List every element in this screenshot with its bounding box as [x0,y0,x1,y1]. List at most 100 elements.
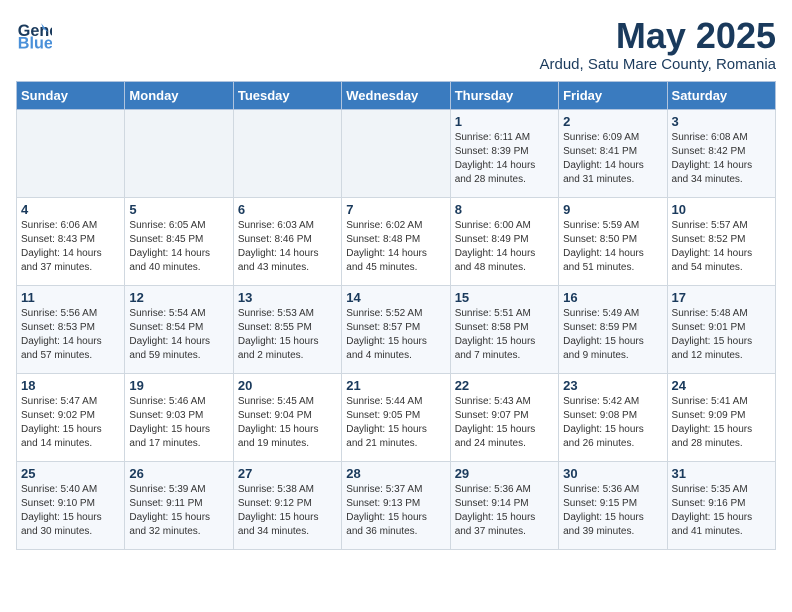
col-monday: Monday [125,81,233,109]
day-info: Sunrise: 5:35 AM Sunset: 9:16 PM Dayligh… [672,483,771,539]
day-number: 13 [238,290,337,305]
logo-icon: General Blue [16,16,52,52]
logo: General Blue [16,16,52,52]
day-info: Sunrise: 5:47 AM Sunset: 9:02 PM Dayligh… [21,395,120,451]
day-number: 9 [563,202,662,217]
calendar-table: Sunday Monday Tuesday Wednesday Thursday… [16,81,776,550]
day-info: Sunrise: 5:56 AM Sunset: 8:53 PM Dayligh… [21,307,120,363]
day-number: 26 [129,466,228,481]
day-number: 28 [346,466,445,481]
calendar-day: 4 Sunrise: 6:06 AM Sunset: 8:43 PM Daylig… [17,197,125,285]
day-info: Sunrise: 5:53 AM Sunset: 8:55 PM Dayligh… [238,307,337,363]
calendar-day: 24 Sunrise: 5:41 AM Sunset: 9:09 PM Dayli… [667,373,775,461]
day-info: Sunrise: 5:46 AM Sunset: 9:03 PM Dayligh… [129,395,228,451]
day-info: Sunrise: 6:02 AM Sunset: 8:48 PM Dayligh… [346,219,445,275]
day-number: 27 [238,466,337,481]
day-number: 11 [21,290,120,305]
calendar-day: 2 Sunrise: 6:09 AM Sunset: 8:41 PM Daylig… [559,109,667,197]
calendar-day: 18 Sunrise: 5:47 AM Sunset: 9:02 PM Dayli… [17,373,125,461]
calendar-week-1: 1 Sunrise: 6:11 AM Sunset: 8:39 PM Daylig… [17,109,776,197]
calendar-day: 25 Sunrise: 5:40 AM Sunset: 9:10 PM Dayli… [17,461,125,549]
day-number: 6 [238,202,337,217]
calendar-day: 13 Sunrise: 5:53 AM Sunset: 8:55 PM Dayli… [233,285,341,373]
day-info: Sunrise: 6:11 AM Sunset: 8:39 PM Dayligh… [455,131,554,187]
day-info: Sunrise: 5:36 AM Sunset: 9:14 PM Dayligh… [455,483,554,539]
calendar-day: 23 Sunrise: 5:42 AM Sunset: 9:08 PM Dayli… [559,373,667,461]
day-info: Sunrise: 6:08 AM Sunset: 8:42 PM Dayligh… [672,131,771,187]
day-number: 5 [129,202,228,217]
page-header: General Blue May 2025 Ardud, Satu Mare C… [16,16,776,73]
day-number: 2 [563,114,662,129]
title-block: May 2025 Ardud, Satu Mare County, Romani… [539,16,776,73]
day-number: 7 [346,202,445,217]
day-info: Sunrise: 6:00 AM Sunset: 8:49 PM Dayligh… [455,219,554,275]
day-number: 24 [672,378,771,393]
day-number: 22 [455,378,554,393]
day-number: 23 [563,378,662,393]
calendar-day [17,109,125,197]
calendar-day: 15 Sunrise: 5:51 AM Sunset: 8:58 PM Dayli… [450,285,558,373]
day-info: Sunrise: 5:48 AM Sunset: 9:01 PM Dayligh… [672,307,771,363]
day-info: Sunrise: 5:42 AM Sunset: 9:08 PM Dayligh… [563,395,662,451]
day-number: 3 [672,114,771,129]
day-info: Sunrise: 5:59 AM Sunset: 8:50 PM Dayligh… [563,219,662,275]
day-info: Sunrise: 5:45 AM Sunset: 9:04 PM Dayligh… [238,395,337,451]
day-info: Sunrise: 5:57 AM Sunset: 8:52 PM Dayligh… [672,219,771,275]
col-wednesday: Wednesday [342,81,450,109]
day-number: 15 [455,290,554,305]
day-number: 30 [563,466,662,481]
day-info: Sunrise: 5:49 AM Sunset: 8:59 PM Dayligh… [563,307,662,363]
calendar-day: 1 Sunrise: 6:11 AM Sunset: 8:39 PM Daylig… [450,109,558,197]
day-number: 19 [129,378,228,393]
calendar-title: May 2025 [539,16,776,56]
calendar-day: 28 Sunrise: 5:37 AM Sunset: 9:13 PM Dayli… [342,461,450,549]
day-info: Sunrise: 5:52 AM Sunset: 8:57 PM Dayligh… [346,307,445,363]
day-info: Sunrise: 5:40 AM Sunset: 9:10 PM Dayligh… [21,483,120,539]
calendar-day: 20Sunrise: 5:45 AM Sunset: 9:04 PM Dayli… [233,373,341,461]
calendar-day: 31Sunrise: 5:35 AM Sunset: 9:16 PM Dayli… [667,461,775,549]
day-info: Sunrise: 5:51 AM Sunset: 8:58 PM Dayligh… [455,307,554,363]
col-tuesday: Tuesday [233,81,341,109]
calendar-day: 11 Sunrise: 5:56 AM Sunset: 8:53 PM Dayli… [17,285,125,373]
calendar-day: 21 Sunrise: 5:44 AM Sunset: 9:05 PM Dayli… [342,373,450,461]
day-info: Sunrise: 5:38 AM Sunset: 9:12 PM Dayligh… [238,483,337,539]
calendar-day: 30Sunrise: 5:36 AM Sunset: 9:15 PM Dayli… [559,461,667,549]
calendar-week-5: 25 Sunrise: 5:40 AM Sunset: 9:10 PM Dayli… [17,461,776,549]
calendar-day: 5Sunrise: 6:05 AM Sunset: 8:45 PM Daylig… [125,197,233,285]
day-info: Sunrise: 5:54 AM Sunset: 8:54 PM Dayligh… [129,307,228,363]
day-number: 18 [21,378,120,393]
calendar-day: 26 Sunrise: 5:39 AM Sunset: 9:11 PM Dayli… [125,461,233,549]
day-number: 10 [672,202,771,217]
day-info: Sunrise: 6:09 AM Sunset: 8:41 PM Dayligh… [563,131,662,187]
day-number: 4 [21,202,120,217]
day-info: Sunrise: 5:37 AM Sunset: 9:13 PM Dayligh… [346,483,445,539]
calendar-week-2: 4 Sunrise: 6:06 AM Sunset: 8:43 PM Daylig… [17,197,776,285]
day-number: 1 [455,114,554,129]
calendar-day: 6 Sunrise: 6:03 AM Sunset: 8:46 PM Daylig… [233,197,341,285]
day-info: Sunrise: 5:41 AM Sunset: 9:09 PM Dayligh… [672,395,771,451]
day-info: Sunrise: 5:43 AM Sunset: 9:07 PM Dayligh… [455,395,554,451]
day-number: 29 [455,466,554,481]
day-info: Sunrise: 6:03 AM Sunset: 8:46 PM Dayligh… [238,219,337,275]
calendar-day: 8Sunrise: 6:00 AM Sunset: 8:49 PM Daylig… [450,197,558,285]
calendar-day: 22 Sunrise: 5:43 AM Sunset: 9:07 PM Dayli… [450,373,558,461]
col-thursday: Thursday [450,81,558,109]
calendar-day [342,109,450,197]
calendar-day: 17Sunrise: 5:48 AM Sunset: 9:01 PM Dayli… [667,285,775,373]
calendar-day: 3 Sunrise: 6:08 AM Sunset: 8:42 PM Daylig… [667,109,775,197]
svg-text:Blue: Blue [18,34,52,52]
day-info: Sunrise: 5:44 AM Sunset: 9:05 PM Dayligh… [346,395,445,451]
calendar-day: 10 Sunrise: 5:57 AM Sunset: 8:52 PM Dayli… [667,197,775,285]
calendar-day: 12 Sunrise: 5:54 AM Sunset: 8:54 PM Dayli… [125,285,233,373]
calendar-day: 29 Sunrise: 5:36 AM Sunset: 9:14 PM Dayli… [450,461,558,549]
calendar-day: 7 Sunrise: 6:02 AM Sunset: 8:48 PM Daylig… [342,197,450,285]
calendar-header: Sunday Monday Tuesday Wednesday Thursday… [17,81,776,109]
day-number: 25 [21,466,120,481]
day-number: 21 [346,378,445,393]
day-info: Sunrise: 6:06 AM Sunset: 8:43 PM Dayligh… [21,219,120,275]
calendar-week-3: 11 Sunrise: 5:56 AM Sunset: 8:53 PM Dayli… [17,285,776,373]
day-info: Sunrise: 5:39 AM Sunset: 9:11 PM Dayligh… [129,483,228,539]
col-saturday: Saturday [667,81,775,109]
day-number: 14 [346,290,445,305]
day-number: 12 [129,290,228,305]
